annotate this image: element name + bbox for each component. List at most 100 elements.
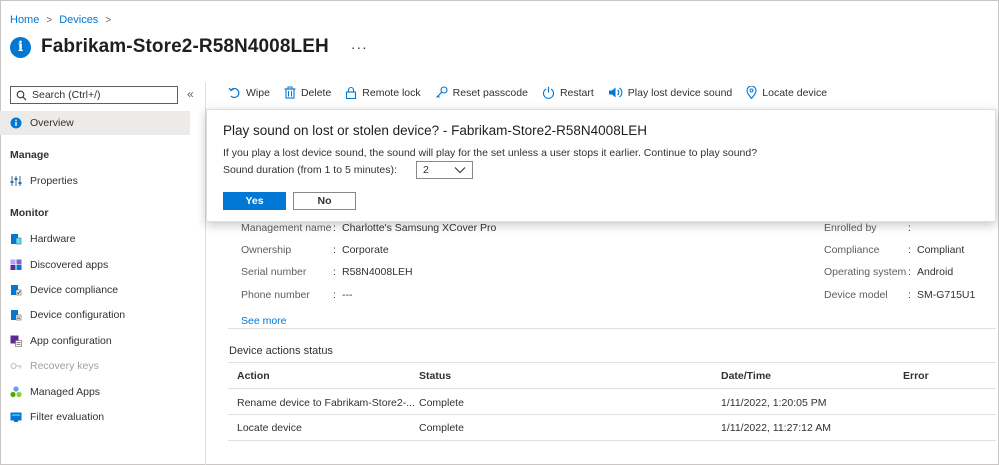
sidebar-item-label: Filter evaluation xyxy=(30,411,105,423)
key-icon xyxy=(10,360,22,372)
play-lost-device-sound-button[interactable]: Play lost device sound xyxy=(608,86,732,99)
delete-label: Delete xyxy=(300,86,332,99)
prop-label-device-model: Device model xyxy=(824,289,888,301)
prop-label-enrolled-by: Enrolled by xyxy=(824,222,877,234)
search-icon xyxy=(16,90,27,100)
locate-device-button[interactable]: Locate device xyxy=(746,86,827,99)
cell-status: Complete xyxy=(419,422,464,434)
column-header-datetime[interactable]: Date/Time xyxy=(721,370,771,382)
trash-icon xyxy=(284,86,296,99)
managed-apps-icon xyxy=(10,386,22,398)
table-header-border xyxy=(228,388,996,389)
locate-device-label: Locate device xyxy=(762,86,828,99)
remote-lock-button[interactable]: Remote lock xyxy=(345,86,421,99)
column-header-status[interactable]: Status xyxy=(419,370,451,382)
sidebar-item-label: Overview xyxy=(30,117,74,129)
sound-duration-dropdown[interactable]: 2 xyxy=(416,161,473,179)
restart-label: Restart xyxy=(559,86,594,99)
collapse-sidebar-button[interactable]: « xyxy=(187,87,194,101)
prop-value-device-model: SM-G715U1 xyxy=(917,289,976,301)
sidebar-item-label: Hardware xyxy=(30,233,76,245)
prop-separator: : xyxy=(908,289,911,301)
table-top-border xyxy=(228,362,996,363)
sidebar-item-device-configuration[interactable]: Device configuration xyxy=(0,303,190,327)
sidebar-item-discovered-apps[interactable]: Discovered apps xyxy=(0,253,190,277)
cell-status: Complete xyxy=(419,397,464,409)
prop-label-compliance: Compliance xyxy=(824,244,880,256)
sidebar-item-label: Discovered apps xyxy=(30,259,109,271)
delete-button[interactable]: Delete xyxy=(284,86,331,99)
yes-button[interactable]: Yes xyxy=(223,192,286,210)
power-icon xyxy=(542,86,554,99)
sidebar-item-label: Device compliance xyxy=(30,284,119,296)
sidebar-item-label: App configuration xyxy=(30,335,112,347)
wipe-label: Wipe xyxy=(246,86,270,99)
more-options-button[interactable]: ··· xyxy=(351,39,368,55)
prop-value-serial-number: R58N4008LEH xyxy=(342,266,413,278)
prop-value-phone-number: --- xyxy=(342,289,353,301)
map-pin-icon xyxy=(746,86,757,99)
prop-label-management-name: Management name xyxy=(241,222,332,234)
prop-value-compliance: Compliant xyxy=(917,244,965,256)
page-title: Fabrikam-Store2-R58N4008LEH xyxy=(41,36,329,57)
wipe-button[interactable]: Wipe xyxy=(228,86,270,99)
dialog-message: If you play a lost device sound, the sou… xyxy=(223,147,758,159)
sidebar-item-label: Managed Apps xyxy=(30,386,101,398)
section-heading-manage: Manage xyxy=(10,149,50,161)
sidebar: Search (Ctrl+/) « Overview Manage Proper… xyxy=(0,82,206,465)
cell-datetime: 1/11/2022, 1:20:05 PM xyxy=(721,397,827,409)
prop-separator: : xyxy=(333,222,336,234)
sidebar-item-hardware[interactable]: Hardware xyxy=(0,227,190,251)
device-compliance-icon xyxy=(10,284,22,296)
cell-datetime: 1/11/2022, 11:27:12 AM xyxy=(721,422,831,434)
sidebar-item-overview[interactable]: Overview xyxy=(0,111,190,135)
sidebar-item-device-compliance[interactable]: Device compliance xyxy=(0,278,190,302)
prop-label-ownership: Ownership xyxy=(241,244,292,256)
sound-duration-value: 2 xyxy=(423,164,429,176)
prop-separator: : xyxy=(908,266,911,278)
see-more-link[interactable]: See more xyxy=(241,315,287,327)
reset-passcode-button[interactable]: Reset passcode xyxy=(435,86,528,99)
prop-separator: : xyxy=(333,266,336,278)
sidebar-item-app-configuration[interactable]: App configuration xyxy=(0,329,190,353)
discovered-apps-icon xyxy=(10,259,22,271)
info-icon: i xyxy=(10,36,31,58)
table-row-border xyxy=(228,440,996,441)
overview-info-icon xyxy=(10,117,22,129)
command-bar: Wipe Delete Remote lock Reset passcode R… xyxy=(228,86,841,99)
divider xyxy=(228,328,996,329)
play-lost-device-sound-label: Play lost device sound xyxy=(627,86,733,99)
dialog-title: Play sound on lost or stolen device? - F… xyxy=(223,123,647,138)
prop-value-ownership: Corporate xyxy=(342,244,389,256)
sidebar-item-label: Properties xyxy=(30,175,78,187)
column-header-action[interactable]: Action xyxy=(237,370,270,382)
sidebar-item-label: Recovery keys xyxy=(30,360,99,372)
section-title-device-actions-status: Device actions status xyxy=(229,345,333,357)
sidebar-item-managed-apps[interactable]: Managed Apps xyxy=(0,380,190,404)
breadcrumb-home-link[interactable]: Home xyxy=(10,14,39,26)
no-button[interactable]: No xyxy=(293,192,356,210)
prop-label-serial-number: Serial number xyxy=(241,266,307,278)
breadcrumb: Home > Devices > xyxy=(10,14,118,26)
app-configuration-icon xyxy=(10,335,22,347)
remote-lock-label: Remote lock xyxy=(362,86,421,99)
prop-value-operating-system: Android xyxy=(917,266,954,278)
breadcrumb-devices-link[interactable]: Devices xyxy=(59,14,98,26)
key-icon xyxy=(435,86,448,98)
wipe-icon xyxy=(228,87,240,99)
column-header-error[interactable]: Error xyxy=(903,370,929,382)
restart-button[interactable]: Restart xyxy=(542,86,594,99)
sidebar-item-filter-evaluation[interactable]: Filter evaluation xyxy=(0,405,190,429)
lock-icon xyxy=(346,86,357,99)
prop-separator: : xyxy=(908,244,911,256)
prop-separator: : xyxy=(333,289,336,301)
sidebar-item-properties[interactable]: Properties xyxy=(0,169,190,193)
cell-action: Rename device to Fabrikam-Store2-... xyxy=(237,397,415,409)
prop-value-management-name: Charlotte's Samsung XCover Pro xyxy=(342,222,497,234)
chevron-right-icon: > xyxy=(46,14,53,26)
prop-separator: : xyxy=(908,222,911,234)
speaker-icon xyxy=(608,87,623,98)
page-header: i Fabrikam-Store2-R58N4008LEH ··· xyxy=(10,36,368,58)
search-placeholder: Search (Ctrl+/) xyxy=(32,89,101,101)
search-input[interactable]: Search (Ctrl+/) xyxy=(10,86,178,104)
